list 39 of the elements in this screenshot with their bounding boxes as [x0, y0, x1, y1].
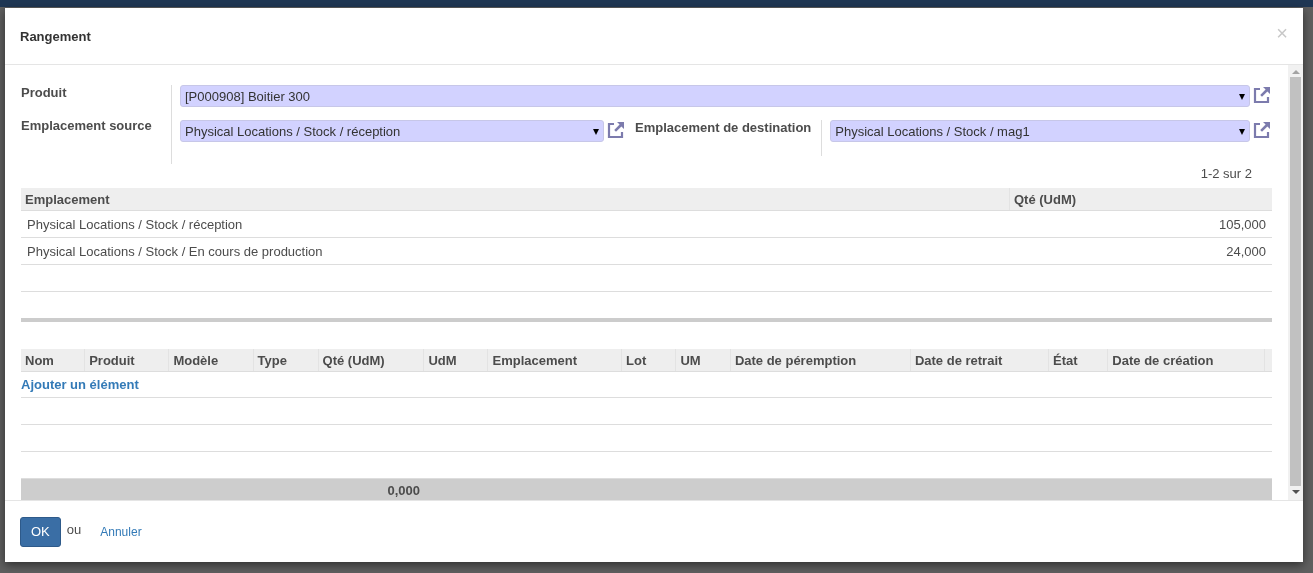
- select-field[interactable]: [P000908] Boitier 300 ▾: [180, 85, 1250, 107]
- field-label: Emplacement source: [21, 118, 153, 133]
- external-link-icon[interactable]: [1252, 120, 1272, 140]
- caret-icon: ▾: [1239, 89, 1245, 103]
- pager-label: 1-2 sur 2: [1200, 166, 1252, 181]
- column-header[interactable]: Date de retrait: [910, 349, 1049, 372]
- external-link-icon[interactable]: [606, 120, 626, 140]
- column-header[interactable]: Date de péremption: [730, 349, 911, 372]
- select-field[interactable]: Physical Locations / Stock / réception ▾: [180, 120, 604, 142]
- column-header[interactable]: Qté (UdM): [1009, 188, 1272, 211]
- column-header[interactable]: Date de création: [1107, 349, 1264, 372]
- column-header[interactable]: Type: [253, 349, 319, 372]
- column-header[interactable]: Nom: [21, 349, 85, 372]
- field-label: Produit: [21, 85, 68, 100]
- column-header[interactable]: Qté (UdM): [318, 349, 424, 372]
- column-header[interactable]: Emplacement: [487, 349, 622, 372]
- table-cell: Physical Locations / Stock / réception: [21, 210, 1010, 238]
- column-header[interactable]: Modèle: [168, 349, 253, 372]
- ok-button[interactable]: OK: [20, 516, 61, 547]
- table-cell: 24,000: [1009, 237, 1272, 265]
- column-header[interactable]: Lot: [621, 349, 676, 372]
- table-cell: Physical Locations / Stock / En cours de production: [21, 237, 1010, 265]
- field-label: Emplacement de destination: [635, 120, 812, 135]
- table-cell: 105,000: [1009, 210, 1272, 238]
- column-header[interactable]: UdM: [423, 349, 488, 372]
- column-header[interactable]: Emplacement: [21, 188, 1010, 211]
- cancel-link[interactable]: Annuler: [100, 524, 142, 539]
- external-link-icon[interactable]: [1252, 85, 1272, 105]
- dialog-title: Rangement: [20, 28, 91, 44]
- add-item-link[interactable]: Ajouter un élément: [21, 377, 139, 392]
- total-cell: 0,000: [318, 478, 424, 500]
- scrollbar[interactable]: [1288, 65, 1303, 500]
- column-header[interactable]: Produit: [84, 349, 169, 372]
- column-header[interactable]: État: [1048, 349, 1108, 372]
- or-label: ou: [66, 522, 82, 537]
- caret-icon: ▾: [593, 124, 599, 138]
- column-header[interactable]: UM: [675, 349, 731, 372]
- select-field[interactable]: Physical Locations / Stock / mag1 ▾: [830, 120, 1250, 142]
- caret-icon: ▾: [1239, 124, 1245, 138]
